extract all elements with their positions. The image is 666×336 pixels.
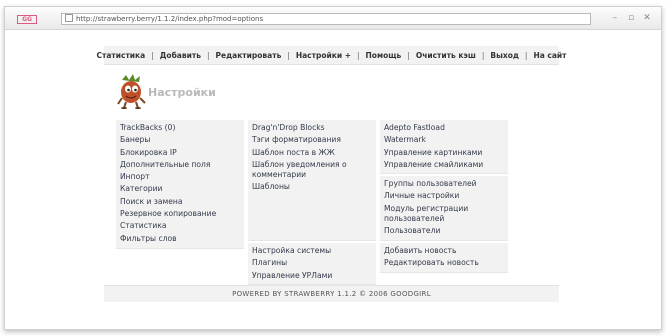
settings-link[interactable]: Настройка системы (252, 245, 372, 257)
menu-item-site[interactable]: На сайт (533, 51, 566, 60)
minimize-icon[interactable]: – (609, 13, 621, 23)
address-text: http://strawberry.berry/1.1.2/index.php?… (76, 15, 264, 23)
settings-link[interactable]: Управление картинками (384, 147, 504, 159)
settings-link[interactable]: Блокировка IP (120, 147, 240, 159)
settings-link[interactable]: Банеры (120, 134, 240, 146)
settings-column-middle: Drag'n'Drop Blocks Тэги форматирования Ш… (248, 120, 376, 287)
menu-item-logout[interactable]: Выход (490, 51, 519, 60)
settings-link[interactable]: Watermark (384, 134, 504, 146)
settings-link[interactable]: Adepto Fastload (384, 122, 504, 134)
menu-item-add[interactable]: Добавить (160, 51, 201, 60)
menu-item-edit[interactable]: Редактировать (216, 51, 282, 60)
settings-link[interactable]: Drag'n'Drop Blocks (252, 122, 372, 134)
settings-link[interactable]: Дополнительные поля (120, 159, 240, 171)
settings-column-right: Adepto Fastload Watermark Управление кар… (380, 120, 508, 275)
menu-item-statistics[interactable]: Статистика (96, 51, 145, 60)
page-footer: POWERED BY STRAWBERRY 1.1.2 © 2006 GOODG… (104, 285, 559, 302)
settings-link[interactable]: Плагины (252, 257, 372, 269)
settings-link[interactable]: Управление смайликами (384, 159, 504, 171)
settings-link[interactable]: Резервное копирование (120, 208, 240, 220)
settings-link[interactable]: Инпорт (120, 171, 240, 183)
settings-link[interactable]: Группы пользователей (384, 178, 504, 190)
settings-link[interactable]: Фильтры слов (120, 233, 240, 245)
settings-group-users: Группы пользователей Личные настройки Мо… (380, 176, 508, 241)
menu-separator: | (481, 50, 485, 60)
main-menu: Статистика | Добавить | Редактировать | Нас… (96, 46, 567, 65)
settings-link[interactable]: Личные настройки (384, 190, 504, 202)
menu-separator: | (206, 50, 210, 60)
address-bar[interactable]: http://strawberry.berry/1.1.2/index.php?… (61, 13, 591, 25)
page-title: Настройки (148, 86, 216, 99)
settings-link[interactable]: Шаблон поста в ЖЖ (252, 147, 372, 159)
settings-link[interactable]: Редактировать новость (384, 257, 504, 269)
settings-link[interactable]: TrackBacks (0) (120, 122, 240, 134)
settings-link[interactable]: Управление УРЛами (252, 270, 372, 282)
admin-page: Статистика | Добавить | Редактировать | Нас… (96, 46, 567, 285)
settings-link[interactable]: Добавить новость (384, 245, 504, 257)
settings-link[interactable]: Шаблон уведомления о комментарии (252, 159, 372, 181)
app-icon[interactable]: GG (17, 15, 37, 24)
settings-link[interactable]: Шаблоны (252, 181, 372, 193)
menu-separator: | (524, 50, 528, 60)
settings-link[interactable]: Тэги форматирования (252, 134, 372, 146)
close-icon[interactable]: ✕ (641, 13, 653, 23)
menu-item-settings[interactable]: Настройки + (296, 51, 351, 60)
settings-group-media: Adepto Fastload Watermark Управление кар… (380, 120, 508, 174)
menu-separator: | (151, 50, 154, 60)
settings-link[interactable]: Пользователи (384, 225, 504, 237)
settings-link[interactable]: Категории (120, 183, 240, 195)
settings-link[interactable]: Модуль регистрации пользователей (384, 203, 504, 225)
settings-link[interactable]: Статистика (120, 220, 240, 232)
settings-column-left: TrackBacks (0) Банеры Блокировка IP Допо… (116, 120, 244, 251)
menu-item-help[interactable]: Помощь (366, 51, 402, 60)
strawberry-mascot-icon (117, 74, 146, 109)
menu-item-clear-cache[interactable]: Очистить кэш (416, 51, 476, 60)
settings-link[interactable]: Поиск и замена (120, 196, 240, 208)
browser-titlebar: GG http://strawberry.berry/1.1.2/index.p… (5, 7, 661, 30)
menu-separator: | (407, 50, 410, 60)
menu-separator: | (287, 50, 290, 60)
maximize-icon[interactable]: ▫ (625, 13, 637, 23)
page-icon (65, 14, 73, 22)
menu-separator: | (357, 50, 360, 60)
page-header: Настройки (104, 74, 304, 110)
settings-group-system: Настройка системы Плагины Управление УРЛ… (248, 243, 376, 285)
settings-group-templates: Drag'n'Drop Blocks Тэги форматирования Ш… (248, 120, 376, 241)
settings-group-tools: TrackBacks (0) Банеры Блокировка IP Допо… (116, 120, 244, 249)
settings-group-news: Добавить новость Редактировать новость (380, 243, 508, 273)
